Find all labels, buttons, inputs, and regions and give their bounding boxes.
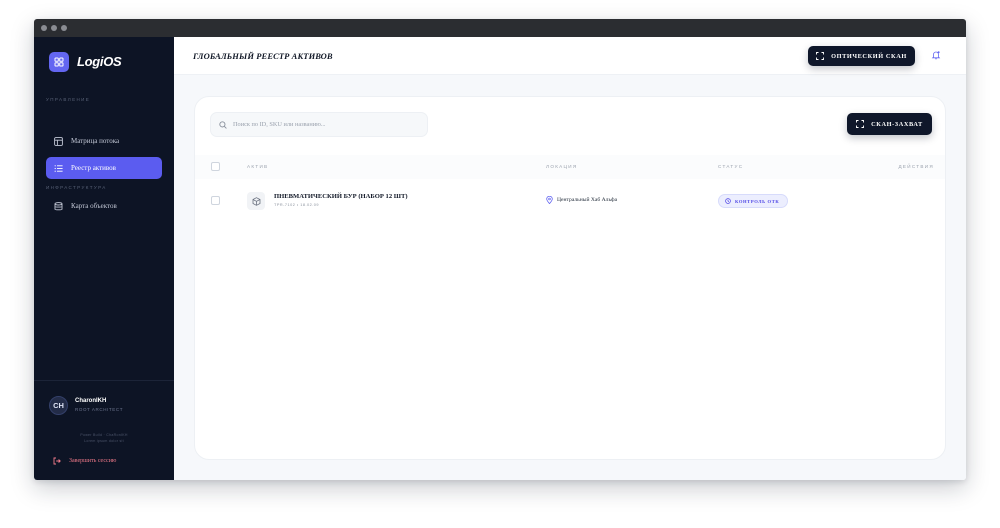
status-label: КОНТРОЛЬ ОТК xyxy=(735,198,780,204)
search-input[interactable] xyxy=(233,121,423,128)
grid-icon xyxy=(54,57,64,67)
sidebar-divider xyxy=(34,380,174,381)
search-box[interactable] xyxy=(210,112,428,137)
build-info-secondary: Lorem ipsum dolor sit xyxy=(84,439,124,443)
search-icon xyxy=(219,120,227,129)
table-header: Актив Локация Статус Действия xyxy=(195,155,945,179)
top-bar: ГЛОБАЛЬНЫЙ РЕЕСТР АКТИВОВ ОПТИЧЕСКИЙ СКА… xyxy=(174,37,966,75)
select-all-checkbox[interactable] xyxy=(211,162,220,171)
logo-badge[interactable] xyxy=(49,52,69,72)
app-window: LogiOS Управление Матрица потока Реестр … xyxy=(34,19,966,480)
database-icon xyxy=(54,201,63,211)
sidebar-item-flow-matrix[interactable]: Матрица потока xyxy=(46,130,162,152)
scan-frame-icon xyxy=(856,120,865,128)
asset-thumbnail xyxy=(247,192,265,210)
build-info: Power Build · ChaRonIKH xyxy=(80,433,128,437)
column-header-status[interactable]: Статус xyxy=(718,164,743,169)
status-badge: КОНТРОЛЬ ОТК xyxy=(718,194,789,208)
sidebar: LogiOS Управление Матрица потока Реестр … xyxy=(34,37,174,480)
column-header-actions: Действия xyxy=(898,164,934,169)
scan-capture-button[interactable]: СКАН-ЗАХВАТ xyxy=(847,113,932,135)
optical-scan-label: ОПТИЧЕСКИЙ СКАН xyxy=(831,52,907,60)
asset-name[interactable]: ПНЕВМАТИЧЕСКИЙ БУР (НАБОР 12 ШТ) xyxy=(274,193,408,200)
bell-icon[interactable] xyxy=(931,50,941,60)
logout-button[interactable]: Завершить сессию xyxy=(53,457,116,465)
window-minimize-dot[interactable] xyxy=(51,25,57,31)
asset-registry-card: СКАН-ЗАХВАТ Актив Локация Статус Действи… xyxy=(194,96,946,460)
status-clock-icon xyxy=(725,198,731,204)
user-role: Root Architect xyxy=(75,407,124,412)
board-icon xyxy=(54,136,63,146)
scan-capture-label: СКАН-ЗАХВАТ xyxy=(871,120,923,128)
user-name: CharonIKH xyxy=(75,398,107,404)
box-icon xyxy=(252,196,260,206)
scan-frame-icon xyxy=(816,52,825,60)
window-maximize-dot[interactable] xyxy=(61,25,67,31)
sidebar-item-label: Матрица потока xyxy=(71,137,120,145)
section-label-management: Управление xyxy=(46,97,91,102)
logout-icon xyxy=(53,457,61,465)
logout-label: Завершить сессию xyxy=(69,458,117,464)
location-label: Центральный Хаб Альфа xyxy=(557,197,618,203)
page-title: ГЛОБАЛЬНЫЙ РЕЕСТР АКТИВОВ xyxy=(193,51,333,61)
column-header-asset[interactable]: Актив xyxy=(247,164,268,169)
sidebar-item-asset-registry[interactable]: Реестр активов xyxy=(46,157,162,179)
row-checkbox[interactable] xyxy=(211,196,220,205)
main-content: ГЛОБАЛЬНЫЙ РЕЕСТР АКТИВОВ ОПТИЧЕСКИЙ СКА… xyxy=(174,37,966,480)
table-row[interactable]: ПНЕВМАТИЧЕСКИЙ БУР (НАБОР 12 ШТ) TPR-710… xyxy=(195,183,945,219)
asset-sku: TPR-7102 • 18.02.09 xyxy=(274,203,320,207)
window-titlebar xyxy=(34,19,966,37)
window-close-dot[interactable] xyxy=(41,25,47,31)
optical-scan-button[interactable]: ОПТИЧЕСКИЙ СКАН xyxy=(808,46,915,66)
app-logo-text: LogiOS xyxy=(77,54,122,69)
sidebar-item-label: Карта объектов xyxy=(71,202,117,210)
sidebar-item-object-map[interactable]: Карта объектов xyxy=(46,195,162,217)
list-icon xyxy=(54,164,63,173)
asset-location: Центральный Хаб Альфа xyxy=(546,196,617,204)
section-label-infrastructure: Инфраструктура xyxy=(46,185,107,190)
map-pin-icon xyxy=(546,196,553,204)
avatar[interactable]: CH xyxy=(49,396,68,415)
sidebar-item-label: Реестр активов xyxy=(71,164,116,172)
column-header-location[interactable]: Локация xyxy=(546,164,577,169)
